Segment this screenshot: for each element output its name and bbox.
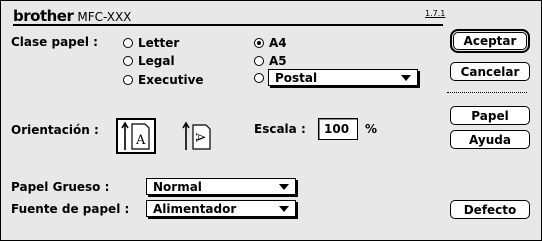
radio-label: A4 <box>269 36 287 50</box>
radio-executive[interactable]: Executive <box>123 73 204 87</box>
radio-a5[interactable]: A5 <box>254 54 287 68</box>
brand-name: brother <box>13 7 74 25</box>
thick-paper-select[interactable]: Normal <box>146 178 296 195</box>
landscape-orientation-button[interactable]: A <box>177 119 217 153</box>
scale-input[interactable]: 100 <box>318 118 358 140</box>
svg-text:A: A <box>135 133 146 148</box>
defaults-button[interactable]: Defecto <box>450 200 530 219</box>
dropdown-arrow-icon <box>401 74 411 81</box>
radio-circle <box>123 38 133 48</box>
scale-label: Escala : <box>254 122 306 136</box>
thick-paper-label: Papel Grueso : <box>11 180 110 194</box>
portrait-icon: A <box>116 118 156 154</box>
help-button[interactable]: Ayuda <box>450 130 530 149</box>
paper-source-value: Alimentador <box>153 201 237 216</box>
accept-button[interactable]: Aceptar <box>453 32 527 50</box>
radio-circle <box>123 75 133 85</box>
dropdown-arrow-icon <box>279 183 289 190</box>
other-size-select[interactable]: Postal <box>268 69 418 86</box>
other-size-value: Postal <box>275 70 318 85</box>
radio-other-size[interactable] <box>254 73 264 83</box>
radio-circle-selected <box>254 38 264 48</box>
cancel-button[interactable]: Cancelar <box>450 62 530 81</box>
radio-legal[interactable]: Legal <box>123 54 175 68</box>
radio-circle <box>254 56 264 66</box>
radio-circle <box>254 73 264 83</box>
radio-letter[interactable]: Letter <box>123 36 179 50</box>
print-setup-dialog: brother MFC-XXX 1.7.1 Clase papel : Lette… <box>0 0 542 241</box>
version-label: 1.7.1 <box>425 9 446 18</box>
model-name: MFC-XXX <box>77 10 132 24</box>
thick-paper-value: Normal <box>153 179 202 194</box>
button-separator <box>447 92 527 93</box>
dropdown-arrow-icon <box>279 205 289 212</box>
radio-label: Executive <box>138 73 204 87</box>
radio-label: A5 <box>269 54 287 68</box>
paper-source-label: Fuente de papel : <box>11 202 130 216</box>
radio-circle <box>123 56 133 66</box>
title-divider <box>13 24 443 26</box>
landscape-icon: A <box>182 121 211 150</box>
paper-button[interactable]: Papel <box>450 106 530 125</box>
paper-source-select[interactable]: Alimentador <box>146 200 296 217</box>
radio-label: Legal <box>138 54 175 68</box>
portrait-orientation-button[interactable]: A <box>116 118 156 154</box>
radio-label: Letter <box>138 36 180 50</box>
svg-text:A: A <box>193 132 207 142</box>
orientation-label: Orientación : <box>11 123 99 137</box>
paper-type-label: Clase papel : <box>11 35 98 49</box>
scale-unit: % <box>365 122 378 136</box>
brand-logo: brother MFC-XXX <box>13 7 131 25</box>
radio-a4[interactable]: A4 <box>254 36 287 50</box>
